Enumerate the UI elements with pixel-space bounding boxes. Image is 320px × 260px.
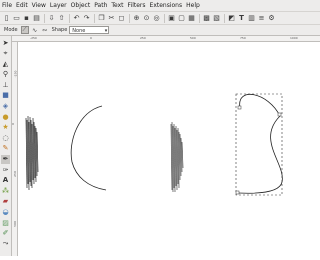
ruler-label: -250 xyxy=(30,36,37,40)
zoom-drawing-icon[interactable]: ⊙ xyxy=(142,14,151,23)
export-icon[interactable]: ⇧ xyxy=(57,14,66,23)
menu-extensions[interactable]: Extensions xyxy=(148,0,185,11)
zoom-tool-icon[interactable]: ⚲ xyxy=(1,70,10,79)
hatched-stroke-left[interactable] xyxy=(25,115,39,191)
open-icon[interactable]: ▭ xyxy=(12,14,21,23)
bucket-tool-icon[interactable]: ◒ xyxy=(1,208,10,217)
chevron-down-icon: ▾ xyxy=(104,28,108,34)
selector-tool-icon[interactable]: ➤ xyxy=(1,38,10,47)
toolbar-separator xyxy=(94,13,95,23)
text-tool-icon[interactable]: A xyxy=(1,176,10,185)
print-icon[interactable]: ▤ xyxy=(32,14,41,23)
ruler-label: 500 xyxy=(190,36,196,40)
menu-path[interactable]: Path xyxy=(92,0,109,11)
pen-tool-icon[interactable]: ✒ xyxy=(1,154,10,164)
commands-toolbar: ▯ ▭ ▪ ▤ ⇩ ⇧ ↶ ↷ ❐ ✂ ◻ ⊕ ⊙ ◎ ▣ ▢ ▦ ▩ ▧ ◩ … xyxy=(0,11,320,24)
toolbar-separator xyxy=(199,13,200,23)
preferences-icon[interactable]: ⚙ xyxy=(267,14,276,23)
toolbox: ➤ ⌖ ◭ ⚲ ⊥ ■ ◈ ● ★ ◌ ✎ ✒ ✑ A ⁂ ▰ ◒ ▨ ✐ ⤳ xyxy=(0,36,12,256)
node-tool-icon[interactable]: ⌖ xyxy=(1,49,10,58)
menu-bar: File Edit View Layer Object Path Text Fi… xyxy=(0,0,320,11)
align-icon[interactable]: ≡ xyxy=(257,14,266,23)
new-document-icon[interactable]: ▯ xyxy=(2,14,11,23)
import-icon[interactable]: ⇩ xyxy=(47,14,56,23)
shape-label: Shape xyxy=(51,27,68,33)
path-node-handle[interactable] xyxy=(237,105,242,110)
menu-text[interactable]: Text xyxy=(109,0,125,11)
unlink-clone-icon[interactable]: ▦ xyxy=(187,14,196,23)
toolbar-separator xyxy=(224,13,225,23)
xml-editor-icon[interactable]: ▥ xyxy=(247,14,256,23)
toolbar-separator xyxy=(164,13,165,23)
path-node-handle[interactable] xyxy=(277,112,282,117)
rectangle-tool-icon[interactable]: ■ xyxy=(1,91,10,100)
canvas-svg xyxy=(25,93,283,196)
toolbar-separator xyxy=(44,13,45,23)
cut-icon[interactable]: ✂ xyxy=(107,14,116,23)
eraser-tool-icon[interactable]: ▰ xyxy=(1,197,10,206)
undo-icon[interactable]: ↶ xyxy=(72,14,81,23)
menu-layer[interactable]: Layer xyxy=(48,0,69,11)
calligraphy-tool-icon[interactable]: ✑ xyxy=(1,165,10,174)
ruler-label: 250 xyxy=(140,36,146,40)
spiro-mode-icon[interactable]: ∿ xyxy=(31,26,39,34)
3d-box-tool-icon[interactable]: ◈ xyxy=(1,102,10,111)
ruler-label: 500 xyxy=(12,221,17,227)
menu-object[interactable]: Object xyxy=(69,0,93,11)
redo-icon[interactable]: ↷ xyxy=(82,14,91,23)
drawing-canvas[interactable] xyxy=(18,42,320,256)
ruler-label: -250 xyxy=(13,70,18,78)
spray-tool-icon[interactable]: ⁂ xyxy=(1,186,10,195)
hatched-stroke-right[interactable] xyxy=(170,121,184,193)
shape-select[interactable]: None ▾ xyxy=(69,26,110,34)
clone-icon[interactable]: ▢ xyxy=(177,14,186,23)
toolbar-separator xyxy=(129,13,130,23)
menu-help[interactable]: Help xyxy=(184,0,202,11)
ruler-label: 1000 xyxy=(290,36,298,40)
shape-select-value: None xyxy=(72,28,86,34)
selection-bounding-box[interactable] xyxy=(235,93,283,196)
pencil-tool-icon[interactable]: ✎ xyxy=(1,144,10,153)
s-curve-path[interactable] xyxy=(237,94,283,194)
star-tool-icon[interactable]: ★ xyxy=(1,123,10,132)
duplicate-icon[interactable]: ▣ xyxy=(167,14,176,23)
menu-edit[interactable]: Edit xyxy=(14,0,30,11)
gradient-tool-icon[interactable]: ▨ xyxy=(1,218,10,227)
measure-tool-icon[interactable]: ⊥ xyxy=(1,80,10,89)
zoom-page-icon[interactable]: ◎ xyxy=(152,14,161,23)
copy-icon[interactable]: ❐ xyxy=(97,14,106,23)
ruler-label: 750 xyxy=(240,36,246,40)
ruler-label: 0 xyxy=(90,36,92,40)
paste-icon[interactable]: ◻ xyxy=(117,14,126,23)
dropper-tool-icon[interactable]: ✐ xyxy=(1,229,10,238)
save-icon[interactable]: ▪ xyxy=(22,14,31,23)
text-font-icon[interactable]: T xyxy=(237,14,246,23)
fill-stroke-icon[interactable]: ◩ xyxy=(227,14,236,23)
menu-view[interactable]: View xyxy=(30,0,48,11)
menu-filters[interactable]: Filters xyxy=(126,0,148,11)
ruler-label: 250 xyxy=(12,171,17,177)
mode-label: Mode xyxy=(4,27,18,33)
ellipse-tool-icon[interactable]: ● xyxy=(1,112,10,121)
connector-tool-icon[interactable]: ⤳ xyxy=(1,239,10,248)
toolbar-separator xyxy=(69,13,70,23)
tweak-tool-icon[interactable]: ◭ xyxy=(1,59,10,68)
spiral-tool-icon[interactable]: ◌ xyxy=(1,133,10,142)
menu-file[interactable]: File xyxy=(0,0,14,11)
arc-path[interactable] xyxy=(70,105,107,191)
group-icon[interactable]: ▩ xyxy=(202,14,211,23)
bezier-mode-icon[interactable]: ⟋ xyxy=(20,26,29,34)
ruler-label: 0 xyxy=(10,123,15,125)
ungroup-icon[interactable]: ▧ xyxy=(212,14,221,23)
zoom-selection-icon[interactable]: ⊕ xyxy=(132,14,141,23)
tool-controls-bar: Mode ⟋ ∿ ∾ Shape None ▾ xyxy=(0,24,320,36)
bspline-mode-icon[interactable]: ∾ xyxy=(41,26,49,34)
path-node-handle[interactable] xyxy=(235,190,240,195)
